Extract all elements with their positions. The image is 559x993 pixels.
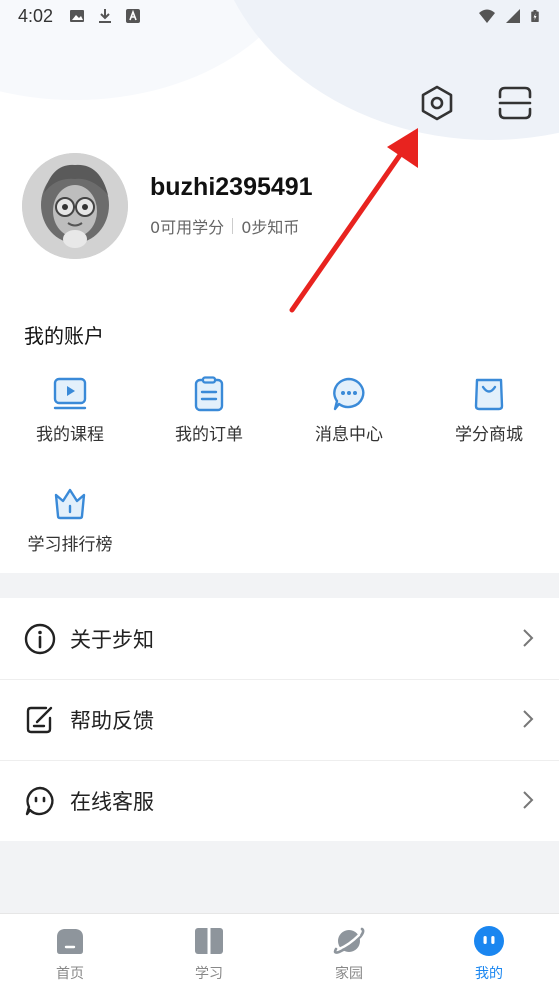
chevron-right-icon — [523, 629, 534, 647]
download-icon — [99, 9, 112, 23]
battery-icon — [531, 10, 539, 22]
nav-label: 我的 — [475, 966, 503, 982]
nav-me[interactable]: 我的 — [419, 914, 559, 993]
message-icon — [333, 377, 365, 411]
account-section: 我的账户 我的课程 我的订单 消息中心 学分商城 学习排行榜 — [0, 300, 559, 573]
nav-label: 首页 — [56, 966, 84, 982]
avatar-illustration — [22, 153, 128, 259]
info-icon — [24, 623, 56, 654]
section-title: 我的账户 — [24, 324, 104, 348]
grid-item-label: 学分商城 — [455, 425, 523, 445]
status-time: 4:02 — [18, 5, 54, 26]
annotation-arrow — [289, 128, 418, 313]
avatar[interactable] — [22, 153, 128, 259]
grid-item-label: 我的课程 — [36, 425, 104, 445]
planet-icon — [333, 927, 365, 954]
chat-icon — [25, 786, 54, 815]
grid-item-messages[interactable]: 消息中心 — [279, 376, 419, 445]
wifi-icon — [479, 9, 495, 23]
shop-icon — [474, 378, 504, 411]
grid-item-label: 我的订单 — [175, 425, 243, 445]
bottom-nav: 首页 学习 家园 我的 — [0, 913, 559, 993]
menu-item-about[interactable]: 关于步知 — [0, 598, 559, 679]
grid-item-label: 学习排行榜 — [27, 535, 113, 555]
settings-hexagon-icon[interactable] — [418, 84, 456, 122]
grid-item-orders[interactable]: 我的订单 — [139, 376, 279, 445]
scan-icon[interactable] — [496, 84, 534, 122]
grid-item-label: 消息中心 — [315, 425, 383, 445]
nav-study[interactable]: 学习 — [139, 914, 279, 993]
menu-item-label: 帮助反馈 — [70, 708, 154, 733]
nav-community[interactable]: 家园 — [279, 914, 419, 993]
menu-item-label: 在线客服 — [70, 789, 154, 814]
text-a-icon — [126, 9, 141, 23]
points-balance[interactable]: 0可用学分 — [150, 214, 224, 238]
feedback-icon — [26, 706, 53, 733]
grid-item-ranking[interactable]: 学习排行榜 — [0, 486, 140, 555]
status-bar: 4:02 — [0, 0, 559, 32]
stats-divider — [232, 218, 234, 234]
crown-icon — [54, 488, 86, 520]
nav-label: 学习 — [195, 966, 223, 982]
course-icon — [53, 377, 87, 410]
menu-item-feedback[interactable]: 帮助反馈 — [0, 679, 559, 760]
signal-icon — [506, 9, 520, 23]
profile-stats: 0可用学分 0步知币 — [150, 214, 299, 238]
chevron-right-icon — [523, 710, 534, 728]
menu-item-label: 关于步知 — [70, 627, 154, 652]
me-icon — [474, 926, 504, 956]
nav-label: 家园 — [335, 966, 363, 982]
nav-home[interactable]: 首页 — [0, 914, 140, 993]
order-icon — [194, 376, 224, 412]
chevron-right-icon — [523, 791, 534, 809]
home-icon — [57, 929, 83, 954]
grid-item-courses[interactable]: 我的课程 — [0, 376, 140, 445]
book-icon — [195, 928, 223, 954]
grid-item-shop[interactable]: 学分商城 — [419, 376, 559, 445]
image-icon — [70, 10, 85, 22]
menu-item-support[interactable]: 在线客服 — [0, 760, 559, 841]
menu-list: 关于步知 帮助反馈 在线客服 — [0, 598, 559, 841]
